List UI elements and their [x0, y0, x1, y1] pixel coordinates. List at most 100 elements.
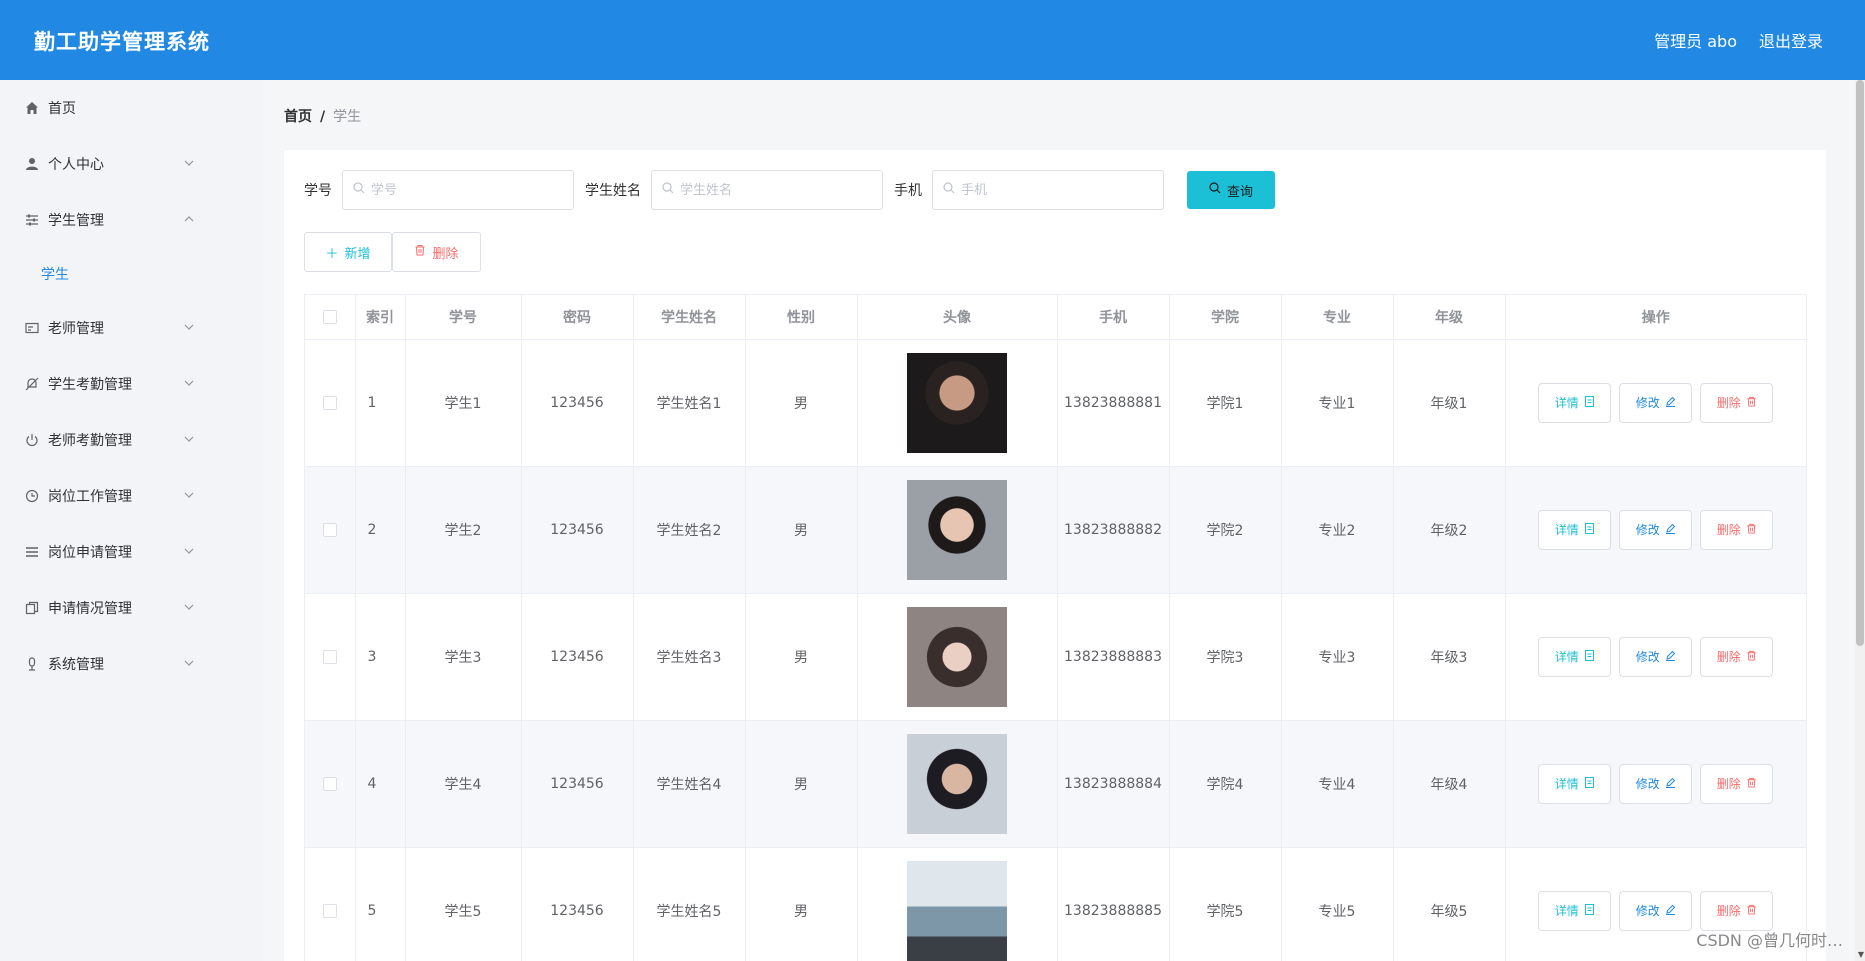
column-header: 手机 [1057, 295, 1170, 340]
detail-button[interactable]: 详情 [1538, 509, 1612, 550]
trash-icon [1746, 904, 1757, 918]
user-icon [24, 156, 40, 172]
cell-actions: 详情 修改 删除 [1505, 720, 1806, 848]
sidebar-item-student-attendance[interactable]: 学生考勤管理 [0, 356, 262, 412]
mic-icon [24, 656, 40, 672]
sidebar: 首页 个人中心 学生管理 学生 老师管理 学生考勤管理 老师考勤管理 岗位工作管… [0, 80, 262, 961]
edit-button[interactable]: 修改 [1619, 636, 1693, 677]
clock-icon [24, 488, 40, 504]
checkbox[interactable] [322, 309, 337, 324]
chevron-down-icon [184, 656, 194, 672]
delete-button[interactable]: 删除 [1700, 382, 1774, 423]
cell-avatar [857, 466, 1058, 594]
add-button-label: 新增 [344, 246, 371, 262]
chevron-down-icon [184, 432, 194, 448]
sidebar-item-job-work[interactable]: 岗位工作管理 [0, 468, 262, 524]
breadcrumb-home[interactable]: 首页 [284, 109, 312, 125]
search-field-phone[interactable] [932, 170, 1164, 210]
delete-button[interactable]: 删除 [1700, 509, 1774, 550]
edit-button-label: 修改 [1635, 904, 1660, 918]
checkbox[interactable] [322, 395, 337, 410]
search-field-id[interactable] [342, 170, 574, 210]
cell-gender: 男 [745, 593, 858, 721]
scroll-down-arrow-icon[interactable]: ▼ [1858, 950, 1864, 959]
trash-icon [414, 244, 426, 260]
search-icon [943, 182, 955, 198]
chevron-down-icon [184, 488, 194, 504]
sidebar-item-job-apply[interactable]: 岗位申请管理 [0, 524, 262, 580]
search-input-name[interactable] [680, 182, 870, 198]
detail-button[interactable]: 详情 [1538, 763, 1612, 804]
edit-button[interactable]: 修改 [1619, 382, 1693, 423]
page-scrollbar[interactable]: ▼ [1855, 80, 1865, 961]
cell-student-id: 学生1 [405, 339, 522, 467]
delete-button[interactable]: 删除 [1700, 763, 1774, 804]
cell-avatar [857, 339, 1058, 467]
detail-button[interactable]: 详情 [1538, 382, 1612, 423]
row-select[interactable] [305, 339, 356, 467]
checkbox[interactable] [322, 903, 337, 918]
row-select[interactable] [305, 593, 356, 721]
search-input-phone[interactable] [961, 182, 1151, 198]
plus-icon: ＋ [325, 246, 339, 262]
scrollbar-thumb[interactable] [1856, 80, 1864, 646]
pencil-icon [1665, 650, 1676, 664]
delete-button[interactable]: 删除 [1700, 636, 1774, 677]
search-field-name[interactable] [651, 170, 883, 210]
chevron-down-icon [184, 320, 194, 336]
sidebar-item-label: 老师管理 [48, 321, 104, 337]
table-row: 2 学生2 123456 学生姓名2 男 13823888882 学院2 专业2 年级2 详情 修改… [305, 466, 1806, 594]
cell-gender: 男 [745, 339, 858, 467]
sidebar-item-profile[interactable]: 个人中心 [0, 136, 262, 192]
delete-button-label: 删除 [1716, 904, 1741, 918]
cell-actions: 详情 修改 删除 [1505, 593, 1806, 721]
avatar [907, 606, 1007, 707]
row-select[interactable] [305, 466, 356, 594]
query-button[interactable]: 查询 [1187, 171, 1275, 209]
sidebar-item-apply-status[interactable]: 申请情况管理 [0, 580, 262, 636]
sidebar-item-teacher-mgmt[interactable]: 老师管理 [0, 300, 262, 356]
checkbox[interactable] [322, 776, 337, 791]
table-header-row: 索引 学号 密码 学生姓名 性别 头像 手机 学院 专业 年级 操作 [305, 295, 1806, 340]
trash-icon [1746, 777, 1757, 791]
detail-button[interactable]: 详情 [1538, 636, 1612, 677]
edit-button[interactable]: 修改 [1619, 509, 1693, 550]
sidebar-item-system[interactable]: 系统管理 [0, 636, 262, 692]
cell-college: 学院1 [1169, 339, 1282, 467]
sliders-icon [24, 212, 40, 228]
delete-button[interactable]: 删除 [1700, 890, 1774, 931]
sidebar-subitem-student[interactable]: 学生 [0, 248, 262, 300]
cell-actions: 详情 修改 删除 [1505, 339, 1806, 467]
pencil-icon [1665, 523, 1676, 537]
cell-student-id: 学生2 [405, 466, 522, 594]
sidebar-item-student-mgmt[interactable]: 学生管理 [0, 192, 262, 248]
cell-student-name: 学生姓名2 [633, 466, 746, 594]
logout-link[interactable]: 退出登录 [1759, 28, 1823, 52]
row-select[interactable] [305, 847, 356, 961]
chevron-down-icon [184, 156, 194, 172]
chevron-down-icon [184, 600, 194, 616]
select-all-checkbox[interactable] [305, 295, 356, 340]
top-header: 勤工助学管理系统 管理员 abo 退出登录 [0, 0, 1865, 80]
checkbox[interactable] [322, 649, 337, 664]
breadcrumb-separator: / [320, 109, 326, 125]
cell-college: 学院3 [1169, 593, 1282, 721]
cell-major: 专业2 [1281, 466, 1394, 594]
column-header: 性别 [745, 295, 858, 340]
edit-button[interactable]: 修改 [1619, 890, 1693, 931]
checkbox[interactable] [322, 522, 337, 537]
breadcrumb-current: 学生 [333, 109, 362, 125]
batch-delete-button[interactable]: 删除 [392, 232, 481, 272]
add-button[interactable]: ＋ 新增 [304, 232, 392, 272]
cell-college: 学院4 [1169, 720, 1282, 848]
search-input-id[interactable] [371, 182, 561, 198]
sidebar-item-home[interactable]: 首页 [0, 80, 262, 136]
cell-avatar [857, 593, 1058, 721]
cell-student-id: 学生3 [405, 593, 522, 721]
sidebar-item-teacher-attendance[interactable]: 老师考勤管理 [0, 412, 262, 468]
detail-button[interactable]: 详情 [1538, 890, 1612, 931]
edit-button[interactable]: 修改 [1619, 763, 1693, 804]
sidebar-item-label: 岗位工作管理 [48, 489, 132, 505]
current-user[interactable]: 管理员 abo [1654, 28, 1737, 52]
row-select[interactable] [305, 720, 356, 848]
